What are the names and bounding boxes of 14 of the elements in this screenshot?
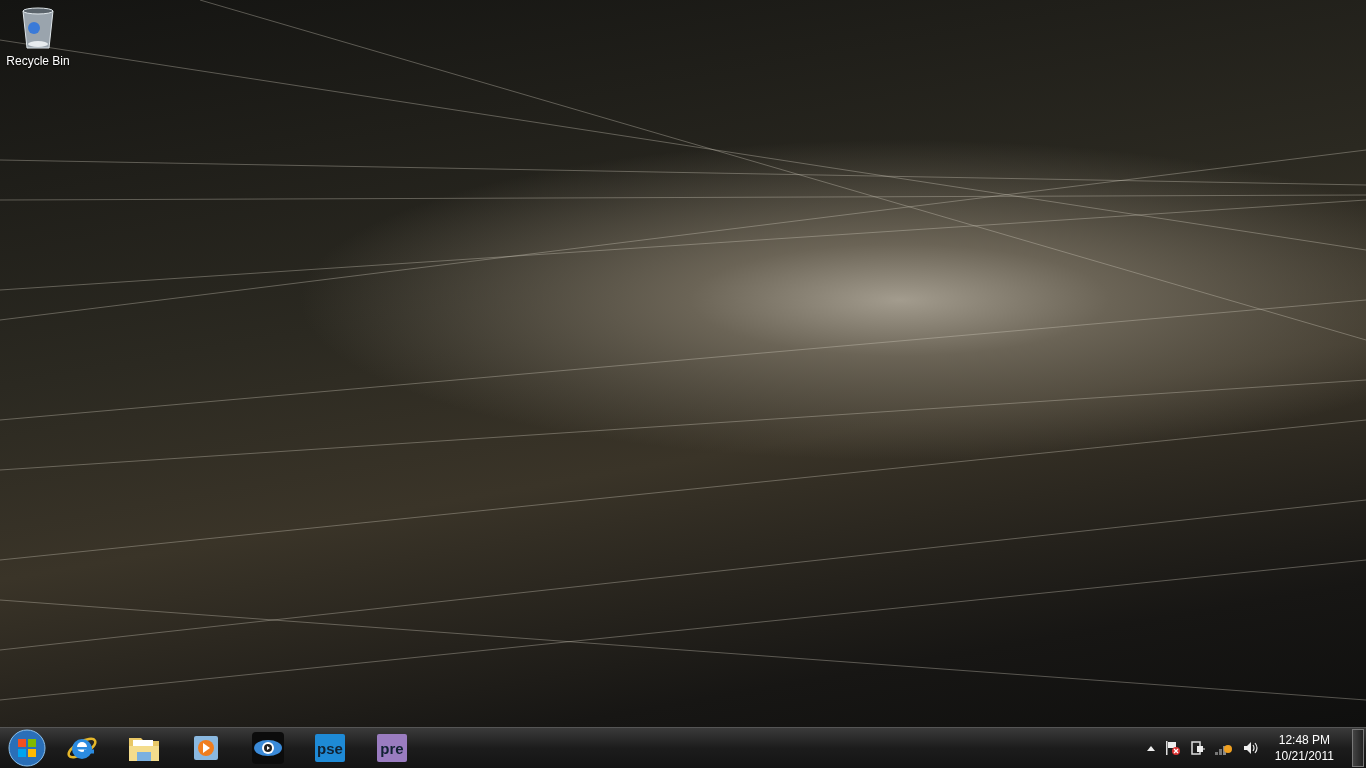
power-plug-icon[interactable]	[1190, 740, 1205, 756]
play-icon	[192, 734, 220, 762]
windows-logo-icon	[8, 729, 46, 767]
show-hidden-icons-arrow-icon[interactable]	[1146, 745, 1155, 751]
start-button[interactable]	[7, 728, 47, 768]
app-icon[interactable]: pre	[377, 734, 407, 762]
clock[interactable]: 12:48 PM 10/21/2011	[1268, 732, 1340, 764]
app-icon[interactable]: pse	[315, 734, 345, 762]
show-desktop-button[interactable]	[1352, 729, 1364, 767]
desktop-icon-label[interactable]: Recycle Bin	[6, 54, 70, 68]
trash-bin-icon[interactable]	[20, 6, 56, 50]
eye-icon	[252, 732, 284, 764]
flag-icon[interactable]	[1164, 740, 1181, 756]
speaker-icon[interactable]	[1242, 741, 1259, 755]
